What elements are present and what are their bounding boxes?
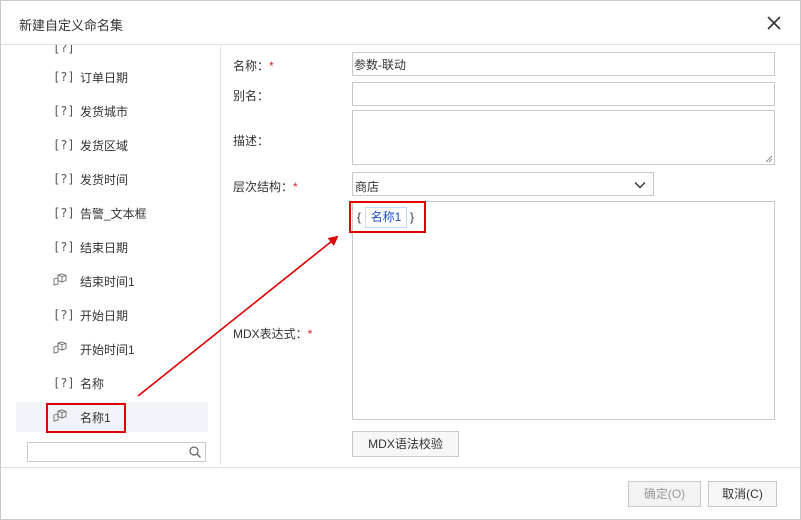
new-named-set-dialog: 新建自定义命名集 [?] [?] 订单日期 [?] 发货城市 [?] 发货区域 [?] 发货时… <box>0 0 801 520</box>
cube-icon <box>53 273 75 290</box>
mdx-validate-button[interactable]: MDX语法校验 <box>352 431 459 457</box>
tree-item[interactable]: [?] 发货城市 <box>1 96 220 126</box>
alias-field[interactable] <box>352 82 775 106</box>
hierarchy-selected-value: 商店 <box>355 180 380 194</box>
tree-item-label: 订单日期 <box>80 70 129 85</box>
param-icon: [?] <box>53 70 75 84</box>
cancel-button[interactable]: 取消(C) <box>708 481 777 507</box>
tree-item[interactable]: 开始时间1 <box>1 334 220 364</box>
description-label: 描述： <box>233 134 270 148</box>
mdx-label: MDX表达式：* <box>233 327 313 341</box>
param-icon: [?] <box>53 308 75 322</box>
tree-item-label: 发货区域 <box>80 138 129 153</box>
description-field[interactable] <box>352 110 775 165</box>
tree-item-label: 结束时间1 <box>80 274 135 289</box>
param-icon: [?] <box>53 45 75 55</box>
close-icon[interactable] <box>764 13 784 33</box>
tree-item[interactable]: [?] 结束日期 <box>1 232 220 262</box>
tree-item[interactable]: [?] 发货区域 <box>1 130 220 160</box>
param-icon: [?] <box>53 376 75 390</box>
resize-handle-icon[interactable] <box>764 154 773 163</box>
tree-search-input[interactable] <box>27 442 206 462</box>
parameter-tree-panel: [?] [?] 订单日期 [?] 发货城市 [?] 发货区域 [?] 发货时间 [?] 告警_文本… <box>1 45 221 465</box>
tree-item-partial[interactable]: [?] <box>1 45 220 63</box>
tree-item-label: 开始时间1 <box>80 342 135 357</box>
hierarchy-select[interactable]: 商店 <box>352 172 654 196</box>
name-field[interactable] <box>352 52 775 76</box>
param-icon: [?] <box>53 206 75 220</box>
tree-item[interactable]: [?] 发货时间 <box>1 164 220 194</box>
tree-item[interactable]: [?] 告警_文本框 <box>1 198 220 228</box>
param-icon: [?] <box>53 172 75 186</box>
tree-item[interactable]: [?] 开始日期 <box>1 300 220 330</box>
name-label: 名称：* <box>233 59 274 73</box>
chevron-down-icon <box>633 178 647 192</box>
hierarchy-label: 层次结构：* <box>233 180 298 194</box>
tree-item[interactable]: [?] 订单日期 <box>1 62 220 92</box>
param-icon: [?] <box>53 240 75 254</box>
tree-item-label: 发货城市 <box>80 104 129 119</box>
tree-item[interactable]: [?] 名称 <box>1 368 220 398</box>
tree-item-label: 发货时间 <box>80 172 129 187</box>
annotation-box-tree-item <box>46 403 126 433</box>
dialog-titlebar: 新建自定义命名集 <box>1 1 800 45</box>
tree-item[interactable]: 结束时间1 <box>1 266 220 296</box>
dialog-title: 新建自定义命名集 <box>19 18 124 33</box>
mdx-expression-editor[interactable] <box>352 201 775 420</box>
param-icon: [?] <box>53 104 75 118</box>
ok-button[interactable]: 确定(O) <box>628 481 701 507</box>
tree-item-label: 结束日期 <box>80 240 129 255</box>
tree-item-label: 开始日期 <box>80 308 129 323</box>
search-icon[interactable] <box>188 445 202 459</box>
tree-item-label: 告警_文本框 <box>80 206 147 221</box>
tree-item-label: 名称 <box>80 376 105 391</box>
cube-icon <box>53 341 75 358</box>
param-icon: [?] <box>53 138 75 152</box>
annotation-box-token <box>349 201 426 233</box>
alias-label: 别名： <box>233 89 270 103</box>
